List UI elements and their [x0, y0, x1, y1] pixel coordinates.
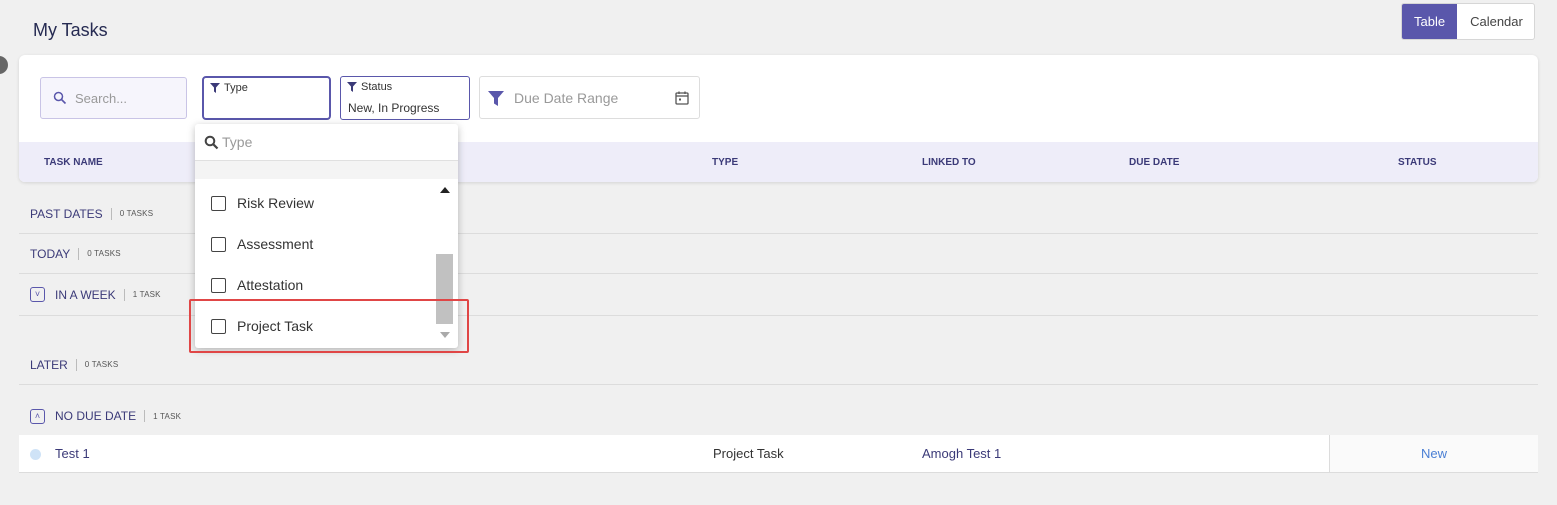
type-filter[interactable]: Type [202, 76, 331, 120]
due-date-range-filter[interactable]: Due Date Range [479, 76, 700, 119]
funnel-icon [210, 83, 220, 93]
dropdown-search[interactable] [195, 124, 458, 161]
group-count: 0 TASKS [87, 249, 121, 258]
scroll-down-arrow-icon[interactable] [440, 332, 450, 338]
option-project-task[interactable]: Project Task [211, 315, 313, 337]
status-filter-label: Status [361, 81, 393, 93]
group-count: 0 TASKS [84, 360, 119, 369]
task-status-cell[interactable]: New [1329, 435, 1538, 472]
view-toggle: Table Calendar [1401, 3, 1535, 40]
scrollbar-thumb[interactable] [436, 254, 453, 324]
side-handle[interactable] [0, 56, 8, 74]
option-assessment[interactable]: Assessment [211, 233, 313, 255]
dropdown-search-input[interactable] [222, 134, 422, 150]
group-label: PAST DATES [30, 206, 103, 221]
chevron-down-icon[interactable]: ˅ [30, 287, 45, 302]
group-later[interactable]: LATER 0 TASKS [19, 345, 1538, 385]
table-row[interactable]: Test 1 Project Task Amogh Test 1 New [19, 435, 1538, 473]
option-attestation[interactable]: Attestation [211, 274, 303, 296]
calendar-icon[interactable] [675, 91, 689, 105]
search-box[interactable] [40, 77, 187, 119]
task-status: New [1420, 446, 1447, 461]
option-label: Risk Review [237, 195, 315, 211]
group-label: TODAY [30, 246, 71, 261]
column-header-task-name[interactable]: TASK NAME [44, 157, 103, 168]
type-filter-dropdown: Risk Review Assessment Attestation Proje… [195, 124, 458, 348]
checkbox[interactable] [211, 277, 226, 293]
option-label: Attestation [237, 277, 304, 293]
scroll-up-arrow-icon[interactable] [440, 187, 450, 193]
group-label: IN A WEEK [55, 287, 116, 302]
checkbox[interactable] [211, 318, 226, 334]
task-name-link[interactable]: Test 1 [55, 446, 90, 461]
dropdown-scrollbar[interactable] [435, 179, 454, 345]
column-header-status[interactable]: STATUS [1398, 157, 1437, 168]
table-view-button[interactable]: Table [1402, 4, 1458, 39]
group-count: 0 TASKS [119, 209, 154, 218]
group-no-due-date[interactable]: ˄ NO DUE DATE 1 TASK [19, 396, 1538, 436]
group-label: LATER [30, 357, 68, 372]
column-header-type[interactable]: TYPE [712, 157, 738, 168]
search-icon [53, 91, 67, 105]
funnel-icon [347, 82, 357, 92]
option-risk-review[interactable]: Risk Review [211, 192, 314, 214]
search-icon [204, 135, 219, 149]
calendar-view-button[interactable]: Calendar [1457, 4, 1534, 39]
option-label: Assessment [237, 236, 314, 252]
checkbox[interactable] [211, 195, 226, 211]
status-filter[interactable]: Status New, In Progress [340, 76, 470, 120]
checkbox[interactable] [211, 236, 226, 252]
option-label: Project Task [237, 318, 313, 334]
task-status-dot [30, 449, 41, 460]
funnel-icon [488, 90, 504, 106]
task-type: Project Task [713, 446, 784, 461]
chevron-up-icon[interactable]: ˄ [30, 408, 45, 424]
group-label: NO DUE DATE [55, 409, 137, 423]
group-count: 1 TASK [132, 290, 161, 299]
task-linked-to-link[interactable]: Amogh Test 1 [922, 446, 1001, 461]
type-filter-label: Type [224, 82, 248, 94]
due-date-placeholder: Due Date Range [514, 89, 619, 106]
page-title: My Tasks [33, 20, 108, 40]
group-count: 1 TASK [153, 411, 182, 421]
status-filter-value: New, In Progress [348, 101, 440, 115]
column-header-due-date[interactable]: DUE DATE [1129, 157, 1179, 168]
search-input[interactable] [75, 90, 170, 106]
column-header-linked-to[interactable]: LINKED TO [922, 157, 976, 168]
